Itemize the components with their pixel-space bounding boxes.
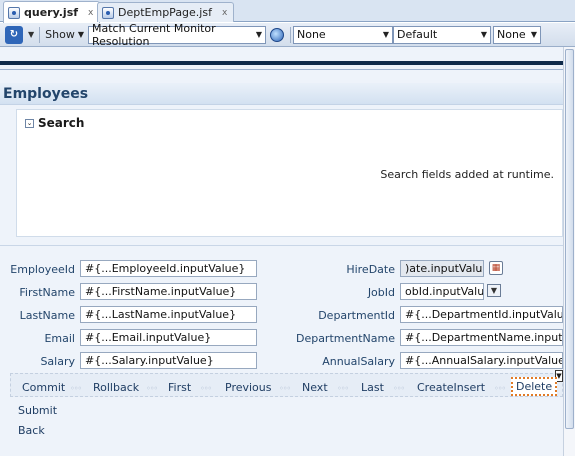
search-note: Search fields added at runtime. bbox=[380, 168, 554, 181]
hiredate-field[interactable]: )ate.inputValue} bbox=[400, 260, 484, 277]
collapse-toggle-icon[interactable]: ⌄ bbox=[25, 119, 34, 128]
lastname-field[interactable]: #{...LastName.inputValue} bbox=[80, 306, 257, 323]
search-panel: ⌄ Search Search fields added at runtime. bbox=[16, 109, 563, 237]
email-field[interactable]: #{...Email.inputValue} bbox=[80, 329, 257, 346]
next-button[interactable]: Next bbox=[298, 380, 332, 395]
chevron-down-icon[interactable]: ▼ bbox=[28, 30, 34, 39]
jobid-select[interactable]: obId.inputValue} bbox=[400, 283, 484, 300]
departmentid-label: DepartmentId bbox=[318, 309, 395, 322]
chevron-down-icon: ▼ bbox=[530, 30, 537, 39]
submit-button[interactable]: Submit bbox=[14, 403, 61, 418]
editor-tab-bar: query.jsf x DeptEmpPage.jsf x bbox=[0, 0, 575, 23]
separator-dots: ◦◦◦ bbox=[494, 384, 506, 393]
salary-label: Salary bbox=[40, 355, 75, 368]
firstname-label: FirstName bbox=[19, 286, 75, 299]
separator-dots: ◦◦◦ bbox=[393, 384, 405, 393]
vertical-scrollbar[interactable] bbox=[563, 47, 575, 456]
refresh-page-icon[interactable]: ↻ bbox=[5, 25, 23, 44]
departmentid-field[interactable]: #{...DepartmentId.inputValue} bbox=[400, 306, 563, 323]
separator-dots: ◦◦◦ bbox=[279, 384, 291, 393]
separator-dots: ◦◦◦ bbox=[200, 384, 212, 393]
rollback-button[interactable]: Rollback bbox=[89, 380, 143, 395]
employeeid-field[interactable]: #{...EmployeeId.inputValue} bbox=[80, 260, 257, 277]
separator-dots: ◦◦◦ bbox=[70, 384, 82, 393]
chevron-down-icon: ▼ bbox=[382, 30, 389, 39]
hiredate-label: HireDate bbox=[346, 263, 395, 276]
last-button[interactable]: Last bbox=[357, 380, 388, 395]
annualsalary-field[interactable]: #{...AnnualSalary.inputValue} bbox=[400, 352, 563, 369]
divider bbox=[0, 245, 563, 246]
design-toolbar: ↻ ▼ Show ▼ Match Current Monitor Resolut… bbox=[0, 22, 575, 48]
annualsalary-label: AnnualSalary bbox=[322, 355, 395, 368]
select-value: Default bbox=[397, 28, 438, 41]
none-select[interactable]: None ▼ bbox=[293, 25, 393, 44]
page-design-canvas: Employees ⌄ Search Search fields added a… bbox=[0, 47, 563, 456]
email-label: Email bbox=[44, 332, 75, 345]
departmentname-field[interactable]: #{...DepartmentName.inputValue bbox=[400, 329, 563, 346]
show-label: Show bbox=[45, 28, 75, 41]
back-button[interactable]: Back bbox=[14, 423, 49, 438]
tab-label: DeptEmpPage.jsf bbox=[118, 6, 212, 19]
toolbar-separator bbox=[39, 26, 41, 43]
delete-button[interactable]: Delete bbox=[511, 377, 558, 396]
departmentname-label: DepartmentName bbox=[295, 332, 395, 345]
default-select[interactable]: Default ▼ bbox=[393, 25, 491, 44]
tab-label: query.jsf bbox=[24, 6, 79, 19]
jobid-label: JobId bbox=[367, 286, 395, 299]
separator-dots: ◦◦◦ bbox=[337, 384, 349, 393]
firstname-field[interactable]: #{...FirstName.inputValue} bbox=[80, 283, 257, 300]
jsf-file-icon bbox=[102, 6, 114, 19]
commit-button[interactable]: Commit bbox=[18, 380, 69, 395]
createinsert-button[interactable]: CreateInsert bbox=[413, 380, 489, 395]
show-menu[interactable]: Show ▼ bbox=[45, 28, 84, 41]
globe-icon[interactable] bbox=[270, 27, 284, 42]
jsf-file-icon bbox=[8, 6, 20, 19]
none-select-2[interactable]: None ▼ bbox=[493, 25, 541, 44]
search-title[interactable]: Search bbox=[38, 116, 84, 130]
chevron-down-icon: ▼ bbox=[255, 30, 262, 39]
toolbar-separator bbox=[290, 26, 291, 43]
select-value: None bbox=[297, 28, 326, 41]
resolution-value: Match Current Monitor Resolution bbox=[92, 21, 216, 48]
select-value: None bbox=[497, 28, 526, 41]
previous-button[interactable]: Previous bbox=[221, 380, 276, 395]
close-icon[interactable]: x bbox=[88, 8, 93, 18]
panel-header: Employees bbox=[0, 83, 563, 105]
chevron-down-icon: ▼ bbox=[480, 30, 487, 39]
tab-deptemppage-jsf[interactable]: DeptEmpPage.jsf x bbox=[97, 2, 235, 22]
calendar-icon[interactable]: ▦ bbox=[489, 261, 503, 275]
chevron-down-icon: ▼ bbox=[77, 30, 84, 39]
page-header-bar bbox=[0, 61, 563, 65]
panel-title: Employees bbox=[3, 86, 89, 102]
employeeid-label: EmployeeId bbox=[10, 263, 75, 276]
divider bbox=[0, 69, 563, 70]
salary-field[interactable]: #{...Salary.inputValue} bbox=[80, 352, 257, 369]
separator-dots: ◦◦◦ bbox=[146, 384, 158, 393]
chevron-down-icon[interactable]: ▼ bbox=[487, 284, 501, 297]
tab-query-jsf[interactable]: query.jsf x bbox=[3, 1, 101, 23]
first-button[interactable]: First bbox=[164, 380, 195, 395]
lastname-label: LastName bbox=[19, 309, 75, 322]
scrollbar-thumb[interactable] bbox=[565, 49, 574, 429]
close-icon[interactable]: x bbox=[222, 8, 227, 18]
resolution-select[interactable]: Match Current Monitor Resolution ▼ bbox=[88, 22, 266, 48]
